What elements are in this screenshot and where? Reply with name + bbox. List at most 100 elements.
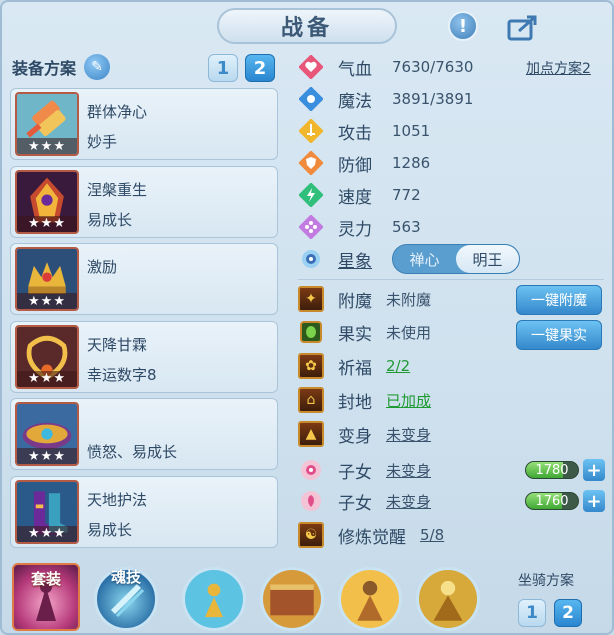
star-rating: ★★★ <box>17 525 77 542</box>
star-rating: ★★★ <box>17 370 77 387</box>
stat-value: 1286 <box>392 154 431 172</box>
stat-label: 灵力 <box>338 219 372 240</box>
stat-row-hp: 气血 7630/7630 <box>298 53 473 81</box>
equipment-card[interactable]: ★★★ 愤怒、易成长 <box>10 398 278 470</box>
bottom-bar: 套装 魂技 坐骑方案 1 2 <box>2 557 614 635</box>
equipment-trait: 愤怒、易成长 <box>87 443 178 461</box>
mount-plan-tab-2[interactable]: 2 <box>554 599 582 627</box>
stat-value: 7630/7630 <box>392 58 474 76</box>
mount-slot-4[interactable] <box>416 567 480 631</box>
stat-value: 772 <box>392 186 421 204</box>
fruit-icon <box>298 319 324 345</box>
equipment-trait: 妙手 <box>87 133 118 151</box>
star-sign-toggle: 禅心 明王 <box>392 244 520 274</box>
equip-plan-tab-1[interactable]: 1 <box>208 54 238 82</box>
buff-value[interactable]: 未变身 <box>386 424 431 445</box>
mount-slot-1[interactable] <box>182 567 246 631</box>
star-sign-option-zen[interactable]: 禅心 <box>393 245 456 273</box>
buff-value[interactable]: 未变身 <box>386 460 431 481</box>
equipment-name: 天地护法 <box>87 490 148 509</box>
equipment-name: 激励 <box>87 258 118 276</box>
star-rating: ★★★ <box>17 215 77 232</box>
mount-golden-warrior-icon <box>419 570 477 628</box>
star-sign-option-wisdom-king[interactable]: 明王 <box>456 245 519 273</box>
buff-label: 变身 <box>338 426 372 447</box>
suit-button[interactable]: 套装 <box>12 563 80 631</box>
mount-plan-tab-1[interactable]: 1 <box>518 599 546 627</box>
lightning-icon <box>298 182 324 208</box>
transform-icon: ▲ <box>298 421 324 447</box>
buff-label: 子女 <box>338 493 372 514</box>
add-point-plan-link[interactable]: 加点方案2 <box>526 58 591 78</box>
buff-label: 封地 <box>338 392 372 413</box>
star-sign-label[interactable]: 星象 <box>338 247 386 272</box>
buff-value: 2/2 <box>386 357 411 375</box>
mana-icon <box>298 86 324 112</box>
equipment-icon: ★★★ <box>15 247 79 311</box>
cultivation-icon: ☯ <box>298 522 324 548</box>
pencil-icon: ✎ <box>91 59 103 75</box>
battle-prep-panel: 战备 ! 装备方案 ✎ 1 2 ★★★ 群体净心 妙手 ★★★ 涅槃重生 易成长… <box>0 0 614 635</box>
stat-row-spirit: 灵力 563 <box>298 213 421 241</box>
equipment-trait: 易成长 <box>87 210 133 229</box>
one-click-enchant-button[interactable]: 一键附魔 <box>516 285 602 315</box>
equipment-name: 天降甘霖 <box>87 335 148 354</box>
star-sign-icon <box>298 246 324 272</box>
child-icon <box>298 457 324 483</box>
enchant-icon: ✦ <box>298 286 324 312</box>
equipment-card[interactable]: ★★★ 天地护法 易成长 <box>10 475 278 548</box>
equipment-card[interactable]: ★★★ 激励 <box>10 243 278 315</box>
child-2-progress-bar: 1760 <box>525 492 579 510</box>
star-rating: ★★★ <box>17 448 77 464</box>
spirit-icon <box>298 214 324 240</box>
buff-value[interactable]: 5/8 <box>420 526 444 544</box>
exclamation-icon: ! <box>458 15 468 37</box>
buff-label: 修炼觉醒 <box>338 527 406 548</box>
child-2-plus-button[interactable]: + <box>583 490 605 512</box>
stat-row-defense: 防御 1286 <box>298 149 430 177</box>
mount-slot-2[interactable] <box>260 567 324 631</box>
child-icon <box>298 488 324 514</box>
equipment-trait: 易成长 <box>87 520 133 539</box>
stat-label: 魔法 <box>338 91 372 112</box>
equip-plan-header: 装备方案 ✎ <box>12 54 111 80</box>
stat-label: 速度 <box>338 187 372 208</box>
equipment-card[interactable]: ★★★ 天降甘霖 幸运数字8 <box>10 320 278 393</box>
star-rating: ★★★ <box>17 293 77 309</box>
buff-value: 已加成 <box>386 391 432 410</box>
child-1-plus-button[interactable]: + <box>583 459 605 481</box>
buff-row-enchant: ✦ 附魔 未附魔 <box>298 285 431 313</box>
soul-skill-label: 魂技 <box>110 568 141 586</box>
help-button[interactable]: ! <box>448 11 478 41</box>
sword-icon <box>298 118 324 144</box>
fief-icon: ⌂ <box>298 387 324 413</box>
buff-row-child-1: 子女 未变身 <box>298 456 431 484</box>
buff-row-blessing: ✿ 祈福 2/2 <box>298 352 410 380</box>
buff-value: 未使用 <box>386 323 432 342</box>
equip-plan-label: 装备方案 <box>12 59 77 78</box>
equipment-card[interactable]: ★★★ 涅槃重生 易成长 <box>10 165 278 238</box>
stat-label: 防御 <box>338 155 372 176</box>
progress-text: 1760 <box>535 493 569 509</box>
edit-plan-button[interactable]: ✎ <box>84 54 111 80</box>
heart-icon <box>298 54 324 80</box>
stat-row-attack: 攻击 1051 <box>298 117 430 145</box>
equipment-list: ★★★ 群体净心 妙手 ★★★ 涅槃重生 易成长 ★★★ 激励 ★★★ 天降甘霖… <box>10 88 278 553</box>
equipment-icon: ★★★ <box>15 402 79 466</box>
mount-warrior-icon <box>341 570 399 628</box>
mount-slot-3[interactable] <box>338 567 402 631</box>
share-button[interactable] <box>507 12 541 42</box>
buff-value[interactable]: 未变身 <box>386 491 431 512</box>
page-title: 战备 <box>280 16 333 41</box>
stat-value: 563 <box>392 218 421 236</box>
buff-label: 附魔 <box>338 291 372 312</box>
one-click-fruit-button[interactable]: 一键果实 <box>516 320 602 350</box>
buff-row-transform: ▲ 变身 未变身 <box>298 420 431 448</box>
equipment-card[interactable]: ★★★ 群体净心 妙手 <box>10 88 278 160</box>
buff-row-cultivation: ☯ 修炼觉醒 5/8 <box>298 521 444 549</box>
buff-row-fruit: 果实 未使用 <box>298 318 431 346</box>
mount-plan-label: 坐骑方案 <box>518 573 574 589</box>
equipment-name: 群体净心 <box>87 103 148 121</box>
mount-wall-icon <box>263 570 321 628</box>
equip-plan-tab-2[interactable]: 2 <box>245 54 275 82</box>
